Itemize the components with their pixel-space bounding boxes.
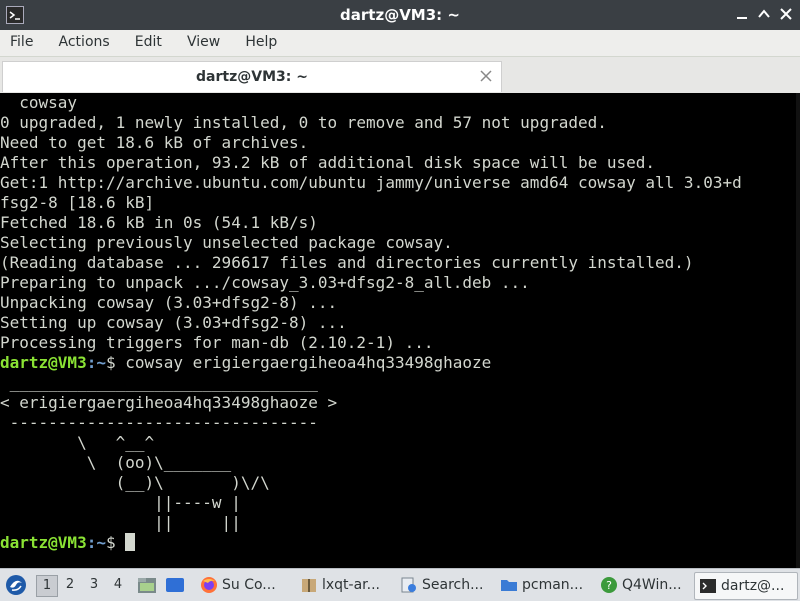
terminal-line: Setting up cowsay (3.03+dfsg2-8) ...	[0, 313, 347, 332]
task-label: lxqt-ar...	[322, 577, 381, 593]
cowsay-line: ________________________________	[0, 373, 318, 392]
cowsay-line: --------------------------------	[0, 413, 318, 432]
close-button[interactable]	[778, 6, 794, 22]
cowsay-line: || ||	[0, 513, 241, 532]
prompt-line-current: dartz@VM3:~$	[0, 533, 796, 553]
task-q4wine[interactable]: ? Q4Win...	[596, 572, 690, 598]
close-icon	[780, 8, 792, 20]
task-terminal[interactable]: dartz@...	[694, 572, 798, 600]
terminal-line: cowsay	[0, 93, 78, 112]
command-text: cowsay erigiergaergiheoa4hq33498ghaoze	[125, 353, 492, 372]
show-desktop-icon[interactable]	[164, 575, 186, 595]
menu-file[interactable]: File	[0, 30, 43, 50]
taskbar: 1 2 3 4 Su Co... lxqt-ar... Search... pc…	[0, 568, 800, 601]
tab-close-icon[interactable]	[479, 69, 493, 83]
cowsay-line: < erigiergaergiheoa4hq33498ghaoze >	[0, 393, 338, 412]
prompt-symbol: $	[105, 353, 126, 372]
maximize-icon	[758, 9, 770, 18]
task-pcmanfm[interactable]: pcman...	[496, 572, 590, 598]
task-label: Q4Win...	[622, 577, 682, 593]
menu-view[interactable]: View	[177, 30, 230, 50]
folder-icon	[501, 580, 517, 591]
window-title: dartz@VM3: ~	[340, 6, 460, 24]
task-label: Search...	[422, 577, 484, 593]
terminal-scrollbar[interactable]	[796, 93, 800, 568]
archive-icon	[302, 579, 316, 592]
task-label: Su Co...	[222, 577, 276, 593]
terminal-output[interactable]: cowsay 0 upgraded, 1 newly installed, 0 …	[0, 93, 796, 568]
menu-bar: File Actions Edit View Help	[0, 30, 800, 57]
terminal-line: After this operation, 93.2 kB of additio…	[0, 153, 656, 172]
terminal-line: Get:1 http://archive.ubuntu.com/ubuntu j…	[0, 173, 742, 192]
prompt-user: dartz@VM3	[0, 353, 87, 372]
file-manager-icon[interactable]	[136, 575, 158, 595]
task-label: dartz@...	[721, 578, 785, 594]
terminal-line: Fetched 18.6 kB in 0s (54.1 kB/s)	[0, 213, 318, 232]
prompt-path: ~	[96, 533, 106, 552]
terminal-line: Unpacking cowsay (3.03+dfsg2-8) ...	[0, 293, 338, 312]
svg-text:?: ?	[606, 579, 612, 592]
prompt-path: ~	[96, 353, 106, 372]
cowsay-line: \ (oo)\_______	[0, 453, 232, 472]
menu-edit[interactable]: Edit	[125, 30, 172, 50]
minimize-icon	[737, 17, 747, 19]
task-lxqt-archiver[interactable]: lxqt-ar...	[296, 572, 390, 598]
prompt-symbol: $	[105, 533, 126, 552]
task-search[interactable]: Search...	[396, 572, 490, 598]
title-bar: dartz@VM3: ~	[0, 0, 800, 30]
text-cursor	[125, 533, 136, 551]
menu-actions[interactable]: Actions	[49, 30, 120, 50]
prompt-separator: :	[86, 533, 97, 552]
prompt-separator: :	[86, 353, 97, 372]
maximize-button[interactable]	[756, 6, 772, 22]
terminal-line: Need to get 18.6 kB of archives.	[0, 133, 309, 152]
tab-bar: dartz@VM3: ~	[0, 57, 800, 94]
terminal-line: Selecting previously unselected package …	[0, 233, 453, 252]
desktop-4-button[interactable]: 4	[108, 575, 128, 595]
terminal-line: (Reading database ... 296617 files and d…	[0, 253, 694, 272]
cowsay-line: (__)\ )\/\	[0, 473, 270, 492]
minimize-button[interactable]	[734, 6, 750, 22]
cowsay-line: \ ^__^	[0, 433, 155, 452]
terminal-line: 0 upgraded, 1 newly installed, 0 to remo…	[0, 113, 607, 132]
terminal-line: fsg2-8 [18.6 kB]	[0, 193, 155, 212]
prompt-user: dartz@VM3	[0, 533, 87, 552]
task-label: pcman...	[522, 577, 584, 593]
prompt-line: dartz@VM3:~$ cowsay erigiergaergiheoa4hq…	[0, 353, 796, 373]
terminal-line: Processing triggers for man-db (2.10.2-1…	[0, 333, 434, 352]
menu-help[interactable]: Help	[235, 30, 287, 50]
tab-terminal[interactable]: dartz@VM3: ~	[2, 61, 502, 92]
cowsay-line: ||----w |	[0, 493, 241, 512]
q4wine-icon: ?	[601, 577, 617, 593]
desktop-3-button[interactable]: 3	[84, 575, 104, 595]
task-firefox[interactable]: Su Co...	[196, 572, 290, 598]
tab-label: dartz@VM3: ~	[196, 69, 308, 85]
terminal-line: Preparing to unpack .../cowsay_3.03+dfsg…	[0, 273, 530, 292]
terminal-icon	[700, 579, 716, 593]
search-files-icon	[401, 577, 416, 593]
firefox-icon	[201, 577, 217, 593]
desktop-2-button[interactable]: 2	[60, 575, 80, 595]
start-menu-icon[interactable]	[4, 573, 28, 597]
desktop-1-button[interactable]: 1	[36, 575, 58, 597]
